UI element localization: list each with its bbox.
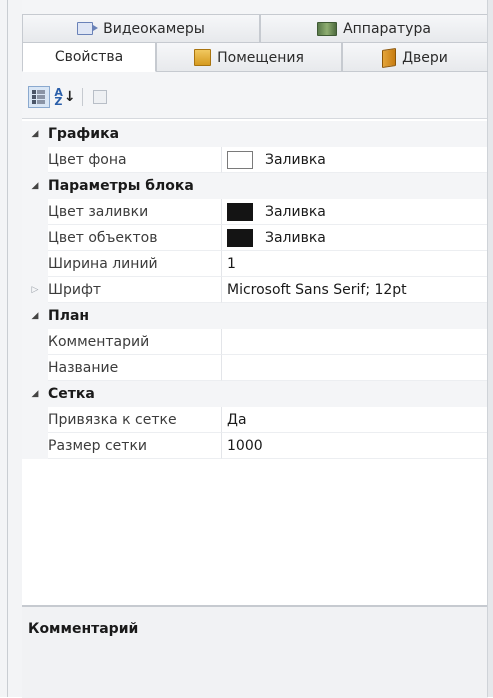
property-name: Комментарий [48, 329, 222, 355]
property-value[interactable] [222, 329, 488, 355]
description-title: Комментарий [28, 621, 139, 637]
tab-doors-label: Двери [402, 49, 448, 66]
property-value-text: Заливка [265, 203, 326, 220]
property-name: Цвет фона [48, 147, 222, 173]
property-row-snap[interactable]: Привязка к сетке Да [22, 407, 488, 433]
tab-hardware-label: Аппаратура [343, 20, 431, 37]
sort-alphabetical-button[interactable]: A Z ↓ [54, 86, 76, 108]
collapse-arrow-icon[interactable]: ◢ [32, 389, 39, 399]
color-swatch [227, 202, 253, 221]
tab-row-top: Видеокамеры Аппаратура [22, 14, 488, 42]
tab-cameras[interactable]: Видеокамеры [22, 14, 260, 42]
properties-panel: Видеокамеры Аппаратура Свойства Помещени… [22, 0, 488, 698]
description-pane: Комментарий [22, 606, 488, 698]
tab-rooms-label: Помещения [217, 49, 304, 66]
property-name: Привязка к сетке [48, 407, 222, 433]
camera-icon [77, 22, 99, 35]
color-swatch [227, 228, 253, 247]
property-value[interactable]: Заливка [222, 225, 488, 251]
collapse-arrow-icon[interactable]: ◢ [32, 311, 39, 321]
property-name: Цвет заливки [48, 199, 222, 225]
category-graphics[interactable]: ◢ Графика [22, 121, 488, 147]
collapse-arrow-icon[interactable]: ◢ [32, 181, 39, 191]
property-row-grid-size[interactable]: Размер сетки 1000 [22, 433, 488, 459]
rooms-icon [194, 49, 212, 66]
property-value[interactable]: Заливка [222, 199, 488, 225]
toolbar-separator [82, 88, 83, 106]
property-row-line-width[interactable]: Ширина линий 1 [22, 251, 488, 277]
property-toolbar: A Z ↓ [28, 84, 111, 110]
property-value-text: Заливка [265, 151, 326, 168]
tab-properties-label: Свойства [54, 49, 124, 65]
category-grid[interactable]: ◢ Сетка [22, 381, 488, 407]
property-row-objects-color[interactable]: Цвет объектов Заливка [22, 225, 488, 251]
property-pages-button[interactable] [89, 86, 111, 108]
tab-rooms[interactable]: Помещения [156, 42, 342, 72]
categorized-view-button[interactable] [28, 86, 50, 108]
property-row-font[interactable]: ▷ Шрифт Microsoft Sans Serif; 12pt [22, 277, 488, 303]
property-name: Ширина линий [48, 251, 222, 277]
property-value[interactable]: 1 [222, 251, 488, 277]
expand-arrow-icon[interactable]: ▷ [32, 285, 39, 295]
tab-doors[interactable]: Двери [342, 42, 488, 72]
property-pages-icon [93, 90, 107, 104]
property-name: Название [48, 355, 222, 381]
property-value-text: Заливка [265, 229, 326, 246]
tab-cameras-label: Видеокамеры [103, 20, 205, 37]
tab-properties[interactable]: Свойства [22, 42, 156, 72]
hardware-icon [317, 21, 338, 36]
category-label: План [48, 308, 90, 324]
door-icon [382, 47, 397, 68]
category-block-params[interactable]: ◢ Параметры блока [22, 173, 488, 199]
property-row-comment[interactable]: Комментарий [22, 329, 488, 355]
property-value[interactable]: Да [222, 407, 488, 433]
category-label: Сетка [48, 386, 95, 402]
color-swatch [227, 150, 253, 169]
property-grid: ◢ Графика Цвет фона Заливка ◢ Параметры … [22, 118, 488, 606]
category-plan[interactable]: ◢ План [22, 303, 488, 329]
property-value[interactable]: Microsoft Sans Serif; 12pt [222, 277, 488, 303]
property-value[interactable] [222, 355, 488, 381]
collapse-arrow-icon[interactable]: ◢ [32, 129, 39, 139]
tab-hardware[interactable]: Аппаратура [260, 14, 488, 42]
sort-alphabetical-icon: A Z ↓ [54, 86, 76, 108]
tab-row-bottom: Свойства Помещения Двери [22, 42, 488, 72]
property-row-fill-color[interactable]: Цвет заливки Заливка [22, 199, 488, 225]
category-label: Графика [48, 126, 120, 142]
property-name: Шрифт [48, 277, 222, 303]
property-row-title[interactable]: Название [22, 355, 488, 381]
property-value[interactable]: 1000 [222, 433, 488, 459]
property-value[interactable]: Заливка [222, 147, 488, 173]
categorized-view-icon [32, 90, 46, 104]
right-edge [487, 0, 493, 697]
left-dock-strip [0, 0, 23, 697]
property-name: Цвет объектов [48, 225, 222, 251]
property-row-bg-color[interactable]: Цвет фона Заливка [22, 147, 488, 173]
property-name: Размер сетки [48, 433, 222, 459]
category-label: Параметры блока [48, 178, 194, 194]
